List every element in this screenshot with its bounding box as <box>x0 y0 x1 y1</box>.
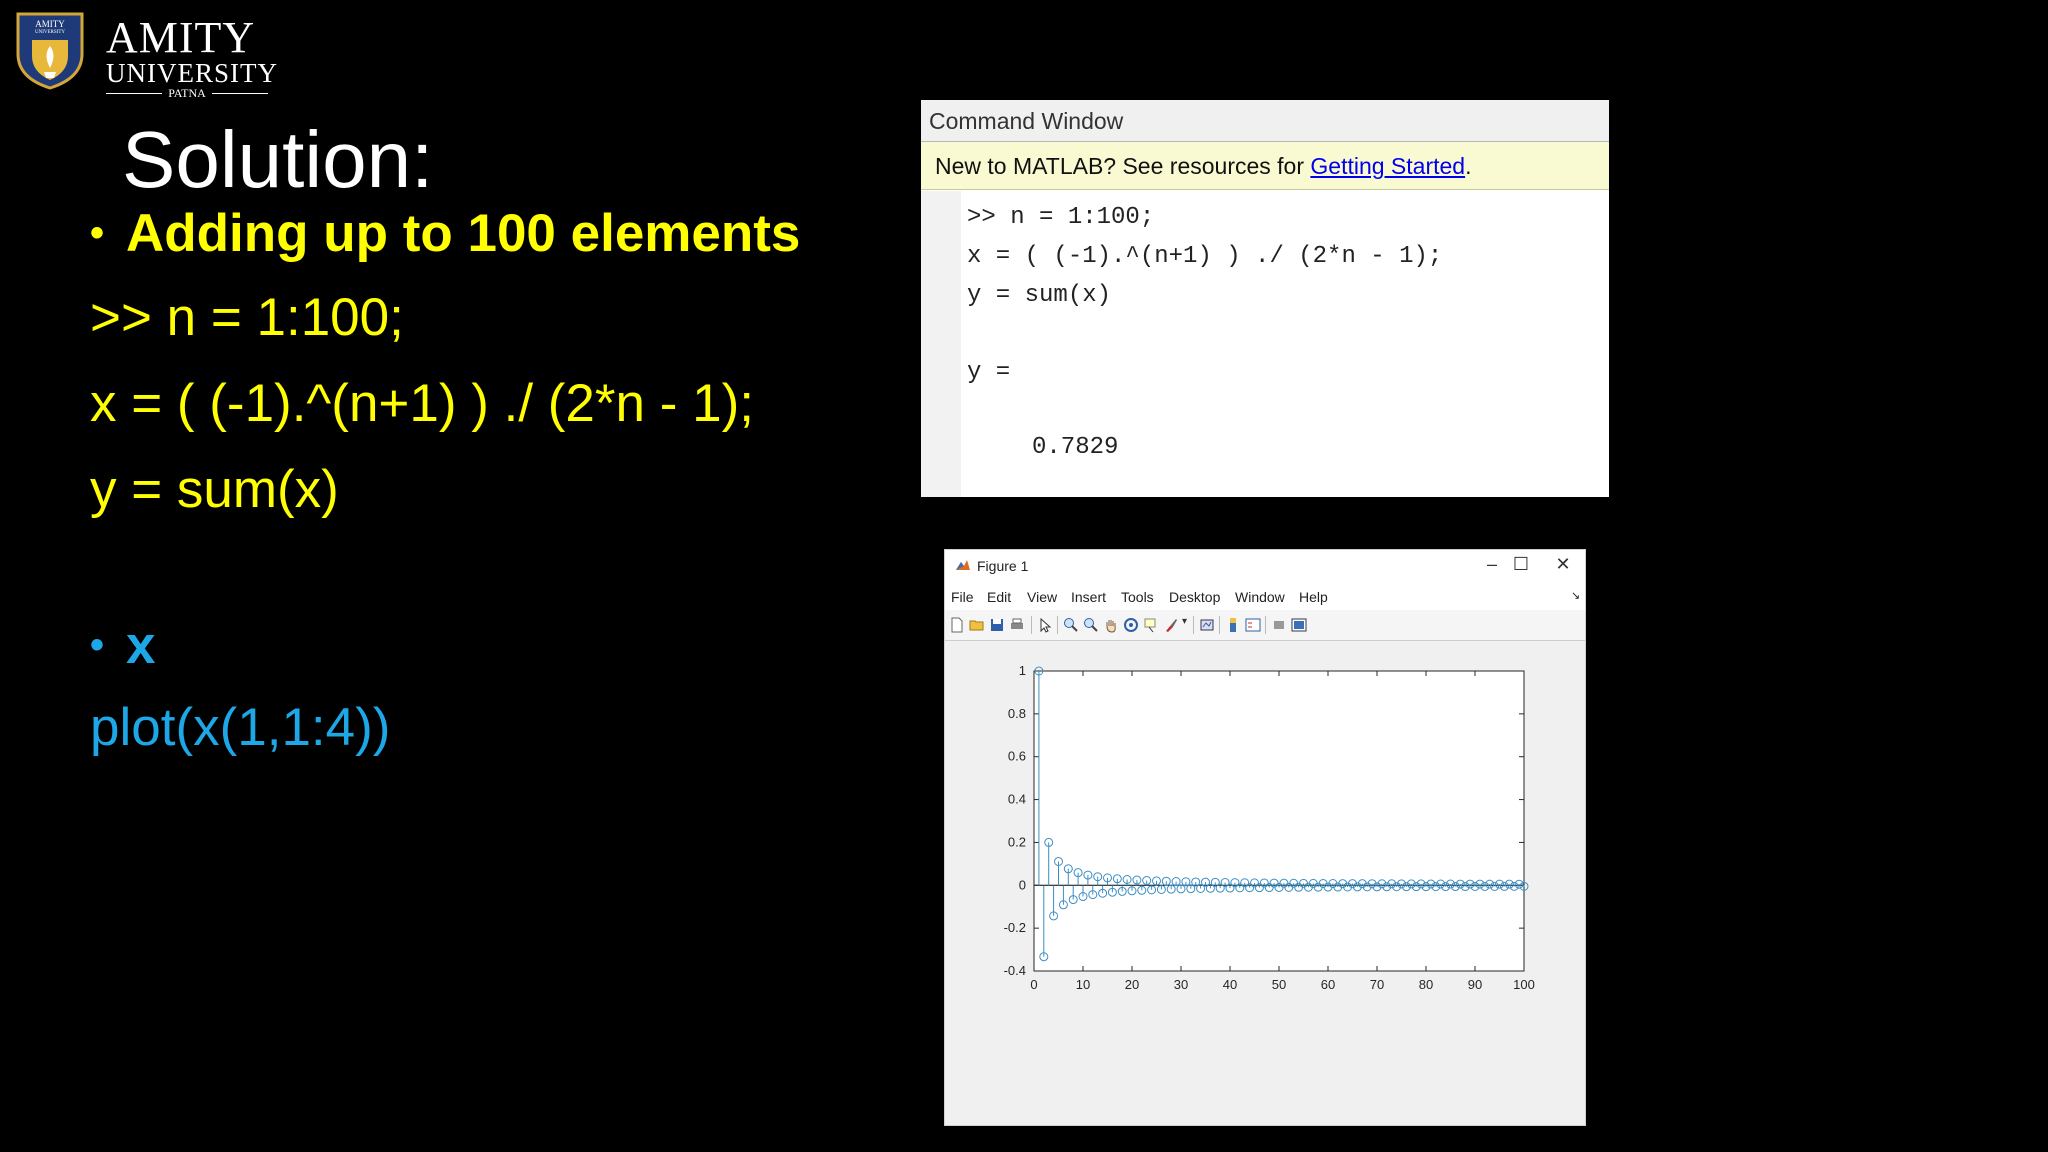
menu-window[interactable]: Window <box>1235 589 1285 605</box>
code-line: y = sum(x) <box>90 460 339 519</box>
colorbar-icon[interactable] <box>1225 617 1241 633</box>
brush-icon[interactable] <box>1163 617 1179 633</box>
command-output: y = <box>967 359 1011 386</box>
data-cursor-icon[interactable] <box>1143 617 1159 633</box>
command-output-value: 0.7829 <box>1032 434 1119 461</box>
x-tick-label: 40 <box>1223 977 1237 992</box>
y-tick-label: 0.6 <box>1008 749 1026 764</box>
x-tick-label: 80 <box>1419 977 1433 992</box>
y-tick-label: -0.2 <box>1004 920 1026 935</box>
toolbar-separator <box>1219 616 1220 634</box>
menu-help[interactable]: Help <box>1299 589 1328 605</box>
toolbar-separator <box>1193 616 1194 634</box>
notice-suffix: . <box>1465 153 1472 179</box>
show-plot-tools-icon[interactable] <box>1291 617 1307 633</box>
toolbar-separator <box>1031 616 1032 634</box>
code-line: plot(x(1,1:4)) <box>90 698 391 757</box>
x-tick-label: 60 <box>1321 977 1335 992</box>
minimize-icon[interactable]: – <box>1477 554 1507 575</box>
close-icon[interactable]: ✕ <box>1548 554 1578 575</box>
x-tick-label: 10 <box>1076 977 1090 992</box>
menu-tools[interactable]: Tools <box>1121 589 1154 605</box>
notice-text: New to MATLAB? See resources for <box>935 153 1311 179</box>
command-window: Command Window New to MATLAB? See resour… <box>921 100 1609 497</box>
slide-title: Solution: <box>122 115 434 204</box>
x-tick-label: 20 <box>1125 977 1139 992</box>
command-line[interactable]: >> n = 1:100; <box>967 204 1154 231</box>
rotate-3d-icon[interactable] <box>1123 617 1139 633</box>
menu-insert[interactable]: Insert <box>1071 589 1106 605</box>
pan-hand-icon[interactable] <box>1103 617 1119 633</box>
zoom-in-icon[interactable] <box>1063 617 1079 633</box>
pointer-icon[interactable] <box>1037 617 1053 633</box>
code-line: x = ( (-1).^(n+1) ) ./ (2*n - 1); <box>90 374 754 433</box>
command-gutter <box>921 191 961 497</box>
y-tick-label: 0 <box>1019 877 1026 892</box>
command-line[interactable]: y = sum(x) <box>967 282 1111 309</box>
command-line[interactable]: x = ( (-1).^(n+1) ) ./ (2*n - 1); <box>967 243 1442 270</box>
getting-started-link[interactable]: Getting Started <box>1310 153 1465 179</box>
bullet-dot-icon: • <box>90 622 105 667</box>
figure-toolbar: ▾ <box>945 610 1585 641</box>
hide-plot-tools-icon[interactable] <box>1271 617 1287 633</box>
menu-edit[interactable]: Edit <box>987 589 1011 605</box>
bullet-dot-icon: • <box>90 210 105 255</box>
x-tick-label: 50 <box>1272 977 1286 992</box>
y-tick-label: 0.2 <box>1008 834 1026 849</box>
toolbar-separator <box>1265 616 1266 634</box>
bullet-x: • x <box>90 610 156 680</box>
x-tick-label: 90 <box>1468 977 1482 992</box>
code-line: >> n = 1:100; <box>90 288 404 347</box>
logo-campus-text: PATNA <box>162 86 212 100</box>
bullet-adding-elements: • Adding up to 100 elements <box>90 198 800 268</box>
x-tick-label: 30 <box>1174 977 1188 992</box>
x-tick-label: 0 <box>1030 977 1037 992</box>
menu-desktop[interactable]: Desktop <box>1169 589 1220 605</box>
crest-text: AMITY <box>35 19 65 29</box>
command-window-title: Command Window <box>921 100 1609 142</box>
zoom-out-icon[interactable] <box>1083 617 1099 633</box>
logo-university: UNIVERSITY <box>106 58 278 88</box>
open-file-icon[interactable] <box>969 617 985 633</box>
y-tick-label: 1 <box>1019 663 1026 678</box>
save-icon[interactable] <box>989 617 1005 633</box>
matlab-icon <box>956 560 970 570</box>
bullet-text: Adding up to 100 elements <box>126 203 801 263</box>
x-tick-label: 100 <box>1513 977 1535 992</box>
brush-dropdown-icon[interactable]: ▾ <box>1182 616 1187 627</box>
menu-view[interactable]: View <box>1027 589 1057 605</box>
bullet-text: x <box>126 615 156 675</box>
new-figure-icon[interactable] <box>949 617 965 633</box>
maximize-icon[interactable]: ☐ <box>1506 554 1536 575</box>
crest-subtext: UNIVERSITY <box>35 30 65 35</box>
y-tick-label: 0.4 <box>1008 792 1026 807</box>
axes-box <box>1033 670 1525 972</box>
stem-plot[interactable]: 0 10 20 30 40 50 60 70 80 90 100 -0.4 -0.2 0 0.2 0.4 0.6… <box>945 641 1585 1126</box>
figure-title: Figure 1 <box>977 558 1029 574</box>
link-plot-icon[interactable] <box>1199 617 1215 633</box>
legend-icon[interactable] <box>1245 617 1261 633</box>
figure-menubar: File Edit View Insert Tools Desktop Wind… <box>945 584 1585 610</box>
amity-logo: AMITY UNIVERSITY AMITY UNIVERSITY PATNA <box>14 10 277 100</box>
getting-started-notice: New to MATLAB? See resources for Getting… <box>921 142 1609 190</box>
logo-name: AMITY <box>106 13 256 62</box>
logo-campus: PATNA <box>106 86 268 100</box>
menu-file[interactable]: File <box>951 589 974 605</box>
y-tick-label: 0.8 <box>1008 706 1026 721</box>
figure-titlebar: Figure 1 – ☐ ✕ <box>945 550 1585 584</box>
figure-window: Figure 1 – ☐ ✕ File Edit View Insert Too… <box>944 549 1586 1126</box>
toolbar-separator <box>1057 616 1058 634</box>
x-tick-label: 70 <box>1370 977 1384 992</box>
y-tick-label: -0.4 <box>1004 963 1026 978</box>
dock-arrow-icon[interactable]: ↘ <box>1571 589 1580 602</box>
print-icon[interactable] <box>1009 617 1025 633</box>
